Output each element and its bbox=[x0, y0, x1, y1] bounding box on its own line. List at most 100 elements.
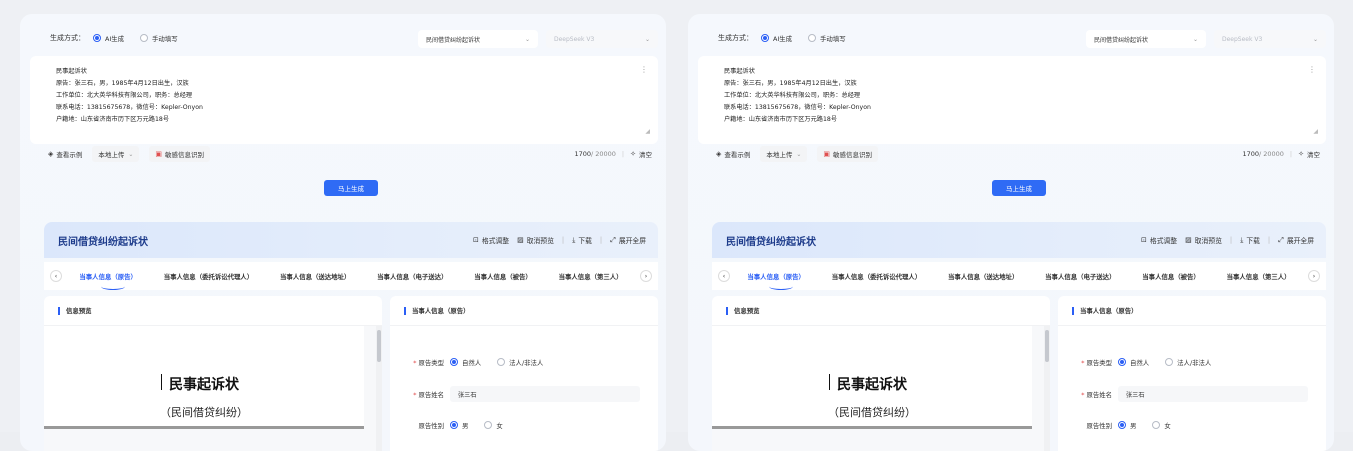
download-icon: ⤓ bbox=[572, 235, 576, 244]
resize-handle-icon[interactable]: ◢ bbox=[1313, 126, 1318, 138]
tab-electronic-service[interactable]: 当事人信息（电子送达） bbox=[377, 272, 447, 281]
char-counter: 1700 / 20000 | ✧ 清空 bbox=[1242, 149, 1320, 159]
divider: | bbox=[1267, 236, 1271, 244]
tab-defendant[interactable]: 当事人信息（被告） bbox=[1142, 272, 1200, 281]
gender-male-radio[interactable]: 男 bbox=[450, 421, 468, 430]
radio-unchecked-icon bbox=[808, 34, 817, 42]
accent-bar bbox=[404, 306, 406, 315]
fullscreen-button[interactable]: ⤢ 展开全屏 bbox=[610, 235, 646, 246]
radio-checked-icon bbox=[1118, 421, 1126, 429]
format-adjust-button[interactable]: ⊡ 格式调整 bbox=[473, 235, 509, 245]
plaintiff-name-label: * 原告姓名 bbox=[1081, 390, 1112, 399]
generation-mode-label: 生成方式： bbox=[50, 34, 85, 42]
radio-unchecked-icon bbox=[497, 358, 506, 366]
generate-button[interactable]: 马上生成 bbox=[992, 180, 1046, 196]
expand-icon: ⤢ bbox=[1278, 235, 1284, 244]
mode-ai-radio[interactable]: AI生成 bbox=[93, 34, 124, 43]
cancel-preview-button[interactable]: ▨ 取消预览 bbox=[517, 235, 554, 245]
page-divider bbox=[44, 426, 364, 429]
result-header: 民间借贷纠纷起诉状 ⊡ 格式调整 ▨ 取消预览 | ⤓ 下载 | ⤢ 展开全屏 bbox=[44, 222, 658, 258]
editor-line: 民事起诉状 bbox=[724, 68, 755, 75]
tab-agent[interactable]: 当事人信息（委托诉讼代理人） bbox=[832, 272, 921, 281]
radio-unchecked-icon bbox=[1152, 421, 1161, 429]
document-preview: 民事起诉状 （民间借贷纠纷） bbox=[712, 326, 1050, 451]
download-button[interactable]: ⤓ 下载 bbox=[1240, 235, 1260, 246]
tab-third-party[interactable]: 当事人信息（第三人） bbox=[559, 272, 623, 281]
mode-manual-radio[interactable]: 手动填写 bbox=[808, 34, 846, 43]
gender-male-radio[interactable]: 男 bbox=[1118, 421, 1136, 430]
gender-female-radio[interactable]: 女 bbox=[1152, 421, 1171, 430]
tab-plaintiff[interactable]: 当事人信息（原告） bbox=[747, 272, 805, 290]
view-example-button[interactable]: ◈ 查看示例 bbox=[48, 149, 82, 159]
chevron-left-icon[interactable]: ‹ bbox=[50, 270, 62, 282]
tab-electronic-service[interactable]: 当事人信息（电子送达） bbox=[1045, 272, 1115, 281]
editor-line: 工作单位：北大英华科技有限公司，职务：总经理 bbox=[724, 92, 861, 99]
local-upload-button[interactable]: 本地上传 ⌄ bbox=[92, 146, 140, 162]
generate-button[interactable]: 马上生成 bbox=[324, 180, 378, 196]
result-header: 民间借贷纠纷起诉状 ⊡ 格式调整 ▨ 取消预览 | ⤓ 下载 | ⤢ 展开全屏 bbox=[712, 222, 1326, 258]
document-page: 民事起诉状 （民间借贷纠纷） bbox=[44, 326, 364, 426]
clear-button[interactable]: ✧ 清空 bbox=[630, 149, 652, 159]
tab-third-party[interactable]: 当事人信息（第三人） bbox=[1227, 272, 1291, 281]
plaintiff-gender-label: 原告性别 bbox=[1086, 421, 1112, 430]
plaintiff-name-label: * 原告姓名 bbox=[413, 390, 444, 399]
app-panel-right: 生成方式： AI生成 手动填写 民间借贷纠纷起诉状 ⌄ DeepSeek V3 … bbox=[688, 14, 1334, 451]
resize-handle-icon[interactable]: ◢ bbox=[645, 126, 650, 138]
form-section-title: 当事人信息（原告） bbox=[1058, 296, 1326, 326]
document-page: 民事起诉状 （民间借贷纠纷） bbox=[712, 326, 1032, 426]
more-vertical-icon[interactable]: ⋮ bbox=[640, 64, 648, 76]
char-count: 1700 bbox=[574, 150, 591, 158]
tab-service-address[interactable]: 当事人信息（送达地址） bbox=[948, 272, 1018, 281]
tab-agent[interactable]: 当事人信息（委托诉讼代理人） bbox=[164, 272, 253, 281]
plaintiff-type-row: * 原告类型 自然人 法人/非法人 bbox=[1058, 354, 1326, 370]
model-select[interactable]: DeepSeek V3 ⌄ bbox=[1214, 30, 1326, 48]
type-natural-person-radio[interactable]: 自然人 bbox=[1118, 358, 1149, 367]
party-tabs: ‹ 当事人信息（原告） 当事人信息（委托诉讼代理人） 当事人信息（送达地址） 当… bbox=[712, 262, 1326, 290]
fullscreen-button[interactable]: ⤢ 展开全屏 bbox=[1278, 235, 1314, 246]
case-type-select[interactable]: 民间借贷纠纷起诉状 ⌄ bbox=[418, 30, 538, 48]
type-legal-person-radio[interactable]: 法人/非法人 bbox=[1165, 358, 1211, 367]
result-title: 民间借贷纠纷起诉状 bbox=[58, 236, 148, 248]
model-select[interactable]: DeepSeek V3 ⌄ bbox=[546, 30, 658, 48]
case-type-select[interactable]: 民间借贷纠纷起诉状 ⌄ bbox=[1086, 30, 1206, 48]
tab-plaintiff[interactable]: 当事人信息（原告） bbox=[79, 272, 137, 290]
prompt-textarea[interactable]: 民事起诉状 原告：张三石，男，1985年4月12日出生，汉族 工作单位：北大英华… bbox=[698, 56, 1326, 144]
download-button[interactable]: ⤓ 下载 bbox=[572, 235, 592, 246]
view-example-button[interactable]: ◈ 查看示例 bbox=[716, 149, 750, 159]
editor-line: 联系电话：13815675678，微信号：Kepler-Onyon bbox=[56, 104, 203, 111]
format-adjust-button[interactable]: ⊡ 格式调整 bbox=[1141, 235, 1177, 245]
type-natural-person-radio[interactable]: 自然人 bbox=[450, 358, 481, 367]
scrollbar-thumb[interactable] bbox=[1045, 330, 1049, 362]
broom-icon: ✧ bbox=[1298, 150, 1304, 158]
more-vertical-icon[interactable]: ⋮ bbox=[1308, 64, 1316, 76]
preview-scrollbar[interactable] bbox=[1044, 326, 1050, 451]
chevron-right-icon[interactable]: › bbox=[640, 270, 652, 282]
scrollbar-thumb[interactable] bbox=[377, 330, 381, 362]
generation-mode-label: 生成方式： bbox=[718, 34, 753, 42]
chevron-right-icon[interactable]: › bbox=[1308, 270, 1320, 282]
type-legal-person-radio[interactable]: 法人/非法人 bbox=[497, 358, 543, 367]
radio-unchecked-icon bbox=[484, 421, 493, 429]
mode-ai-radio[interactable]: AI生成 bbox=[761, 34, 792, 43]
plaintiff-name-input[interactable]: 张三石 bbox=[450, 386, 640, 402]
preview-scrollbar[interactable] bbox=[376, 326, 382, 451]
info-preview-panel: 信息预览 民事起诉状 （民间借贷纠纷） bbox=[44, 296, 382, 451]
sensitive-info-button[interactable]: ▣ 敏感信息识别 bbox=[817, 146, 879, 162]
editor-line: 民事起诉状 bbox=[56, 68, 87, 75]
cancel-preview-button[interactable]: ▨ 取消预览 bbox=[1185, 235, 1222, 245]
local-upload-button[interactable]: 本地上传 ⌄ bbox=[760, 146, 808, 162]
chevron-down-icon: ⌄ bbox=[644, 35, 650, 43]
sensitive-info-button[interactable]: ▣ 敏感信息识别 bbox=[149, 146, 211, 162]
prompt-textarea[interactable]: 民事起诉状 原告：张三石，男，1985年4月12日出生，汉族 工作单位：北大英华… bbox=[30, 56, 658, 144]
plaintiff-type-label: * 原告类型 bbox=[1081, 358, 1112, 367]
radio-unchecked-icon bbox=[140, 34, 149, 42]
tab-defendant[interactable]: 当事人信息（被告） bbox=[474, 272, 532, 281]
clear-button[interactable]: ✧ 清空 bbox=[1298, 149, 1320, 159]
plaintiff-name-input[interactable]: 张三石 bbox=[1118, 386, 1308, 402]
tab-service-address[interactable]: 当事人信息（送达地址） bbox=[280, 272, 350, 281]
chevron-down-icon: ⌄ bbox=[1312, 35, 1318, 43]
gender-female-radio[interactable]: 女 bbox=[484, 421, 503, 430]
mode-manual-radio[interactable]: 手动填写 bbox=[140, 34, 178, 43]
id-card-icon: ▣ bbox=[823, 150, 831, 158]
chevron-left-icon[interactable]: ‹ bbox=[718, 270, 730, 282]
